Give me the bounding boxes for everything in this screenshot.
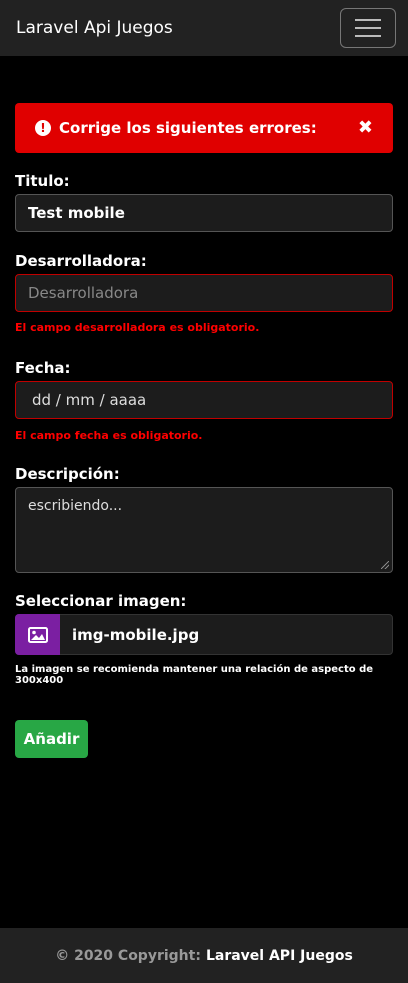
close-alert-icon[interactable]: ✖	[358, 119, 373, 137]
desarrolladora-input[interactable]: Desarrolladora	[15, 274, 393, 312]
error-alert: ! Corrige los siguientes errores: ✖	[15, 103, 393, 153]
footer-app-link[interactable]: Laravel API Juegos	[206, 948, 353, 964]
image-icon	[27, 626, 48, 643]
navbar-brand[interactable]: Laravel Api Juegos	[16, 18, 173, 38]
image-file-input[interactable]: img-mobile.jpg	[15, 614, 393, 655]
menu-toggle-button[interactable]	[340, 8, 396, 48]
footer: © 2020 Copyright: Laravel API Juegos	[0, 928, 408, 983]
file-name: img-mobile.jpg	[72, 625, 200, 644]
descripcion-label: Descripción:	[15, 465, 120, 483]
descripcion-textarea[interactable]: escribiendo...	[15, 487, 393, 573]
hamburger-icon	[355, 19, 381, 21]
image-hint: La imagen se recomienda mantener una rel…	[15, 664, 374, 686]
fecha-label: Fecha:	[15, 359, 71, 377]
fecha-error: El campo fecha es obligatorio.	[15, 429, 203, 442]
add-button[interactable]: Añadir	[15, 720, 88, 758]
exclamation-circle-icon: !	[35, 120, 51, 136]
fecha-input[interactable]: dd / mm / aaaa	[15, 381, 393, 419]
resize-handle-icon[interactable]	[381, 561, 389, 569]
titulo-label: Titulo:	[15, 172, 70, 190]
alert-message: Corrige los siguientes errores:	[59, 119, 317, 137]
desarrolladora-error: El campo desarrolladora es obligatorio.	[15, 321, 260, 334]
footer-copyright: © 2020 Copyright:	[55, 947, 201, 964]
titulo-input[interactable]: Test mobile	[15, 194, 393, 232]
desarrolladora-label: Desarrolladora:	[15, 252, 147, 270]
imagen-label: Seleccionar imagen:	[15, 592, 187, 610]
select-image-button[interactable]	[15, 614, 60, 655]
navbar: Laravel Api Juegos	[0, 0, 408, 56]
